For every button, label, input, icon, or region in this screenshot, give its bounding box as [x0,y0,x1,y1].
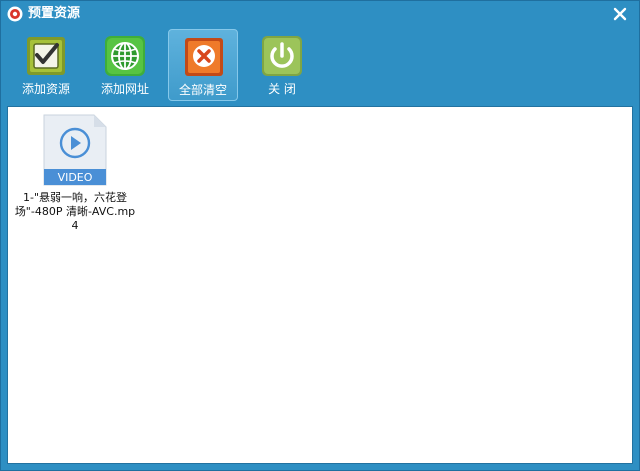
power-icon [262,36,302,76]
resource-window: 预置资源 添加资源 添加网址 全部清空 关 闭 VIDEO 1-"悬弱一响，六花… [0,0,640,471]
globe-icon [105,36,145,76]
resource-list-panel[interactable]: VIDEO 1-"悬弱一响，六花登场"-480P 清晰-AVC.mp4 [7,106,633,464]
window-title: 预置资源 [28,6,81,21]
title-bar: 预置资源 [1,1,639,27]
add-url-label: 添加网址 [100,82,149,96]
add-url-button[interactable]: 添加网址 [90,29,160,101]
add-resource-button[interactable]: 添加资源 [11,29,81,101]
clear-x-icon [185,38,223,76]
clear-all-button[interactable]: 全部清空 [168,29,238,101]
video-file-icon: VIDEO [43,114,107,186]
app-logo-icon [7,6,23,22]
add-resource-label: 添加资源 [21,82,70,96]
close-label: 关 闭 [268,82,296,96]
file-item[interactable]: VIDEO 1-"悬弱一响，六花登场"-480P 清晰-AVC.mp4 [14,113,136,232]
close-button[interactable]: 关 闭 [247,29,317,101]
toolbar: 添加资源 添加网址 全部清空 关 闭 [1,27,639,105]
close-icon[interactable] [611,5,629,23]
video-type-label: VIDEO [58,171,93,184]
file-name: 1-"悬弱一响，六花登场"-480P 清晰-AVC.mp4 [14,191,136,232]
clear-all-label: 全部清空 [178,83,227,97]
check-box-icon [27,37,65,75]
